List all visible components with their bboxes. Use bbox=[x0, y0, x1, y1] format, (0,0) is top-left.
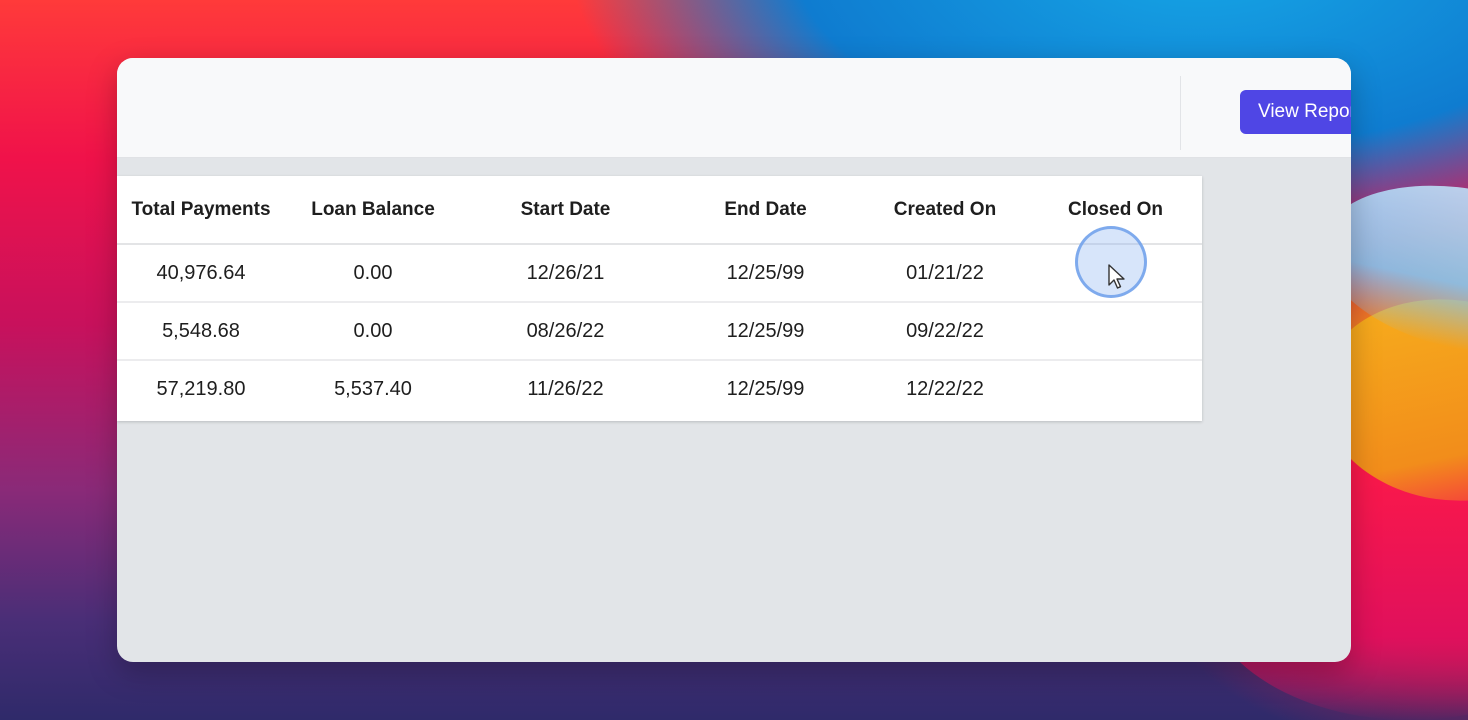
loans-table: Total Payments Loan Balance Start Date E… bbox=[117, 176, 1202, 418]
cell-total-payments: 40,976.64 bbox=[117, 244, 285, 303]
top-bar: View Report bbox=[117, 58, 1351, 158]
cell-start-date: 12/26/21 bbox=[461, 244, 670, 303]
app-window: View Report Total Payments Loan Balance … bbox=[117, 58, 1351, 662]
column-header-loan-balance[interactable]: Loan Balance bbox=[285, 176, 461, 245]
cell-closed-on bbox=[1029, 360, 1202, 418]
cell-total-payments: 5,548.68 bbox=[117, 302, 285, 361]
mouse-pointer-icon bbox=[1108, 264, 1125, 289]
cell-created-on: 01/21/22 bbox=[861, 244, 1029, 303]
column-header-start-date[interactable]: Start Date bbox=[461, 176, 670, 245]
cell-start-date: 08/26/22 bbox=[461, 302, 670, 361]
cell-loan-balance: 0.00 bbox=[285, 302, 461, 361]
cell-closed-on bbox=[1029, 302, 1202, 361]
view-report-button[interactable]: View Report bbox=[1240, 90, 1351, 134]
cell-created-on: 09/22/22 bbox=[861, 302, 1029, 361]
cell-created-on: 12/22/22 bbox=[906, 378, 984, 400]
column-header-end-date[interactable]: End Date bbox=[670, 176, 861, 245]
cell-end-date: 12/25/99 bbox=[670, 302, 861, 361]
table-row[interactable]: 5,548.68 0.00 08/26/22 12/25/99 09/22/22 bbox=[117, 302, 1202, 361]
column-header-total-payments[interactable]: Total Payments bbox=[117, 176, 285, 245]
cell-loan-balance: 5,537.40 bbox=[334, 378, 412, 400]
table-row[interactable]: 40,976.64 0.00 12/26/21 12/25/99 01/21/2… bbox=[117, 244, 1202, 303]
cell-start-date: 11/26/22 bbox=[527, 378, 604, 400]
cell-total-payments: 57,219.80 bbox=[156, 378, 246, 400]
table-row[interactable]: 57,219.80 5,537.40 11/26/22 12/25/99 12/… bbox=[117, 360, 1202, 418]
loans-table-card: Total Payments Loan Balance Start Date E… bbox=[117, 176, 1202, 421]
table-header-row: Total Payments Loan Balance Start Date E… bbox=[117, 176, 1202, 245]
cell-loan-balance: 0.00 bbox=[285, 244, 461, 303]
cell-end-date: 12/25/99 bbox=[726, 378, 805, 400]
column-header-created-on[interactable]: Created On bbox=[861, 176, 1029, 245]
topbar-divider bbox=[1180, 76, 1181, 150]
cell-end-date: 12/25/99 bbox=[670, 244, 861, 303]
